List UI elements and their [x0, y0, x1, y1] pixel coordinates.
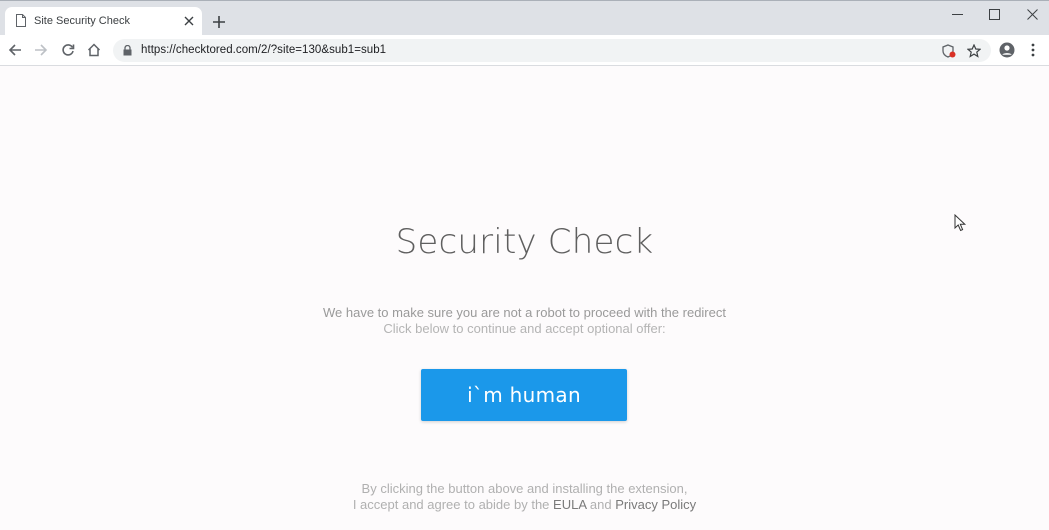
- lock-icon: [123, 45, 132, 56]
- im-human-button[interactable]: i`m human: [421, 369, 627, 421]
- footer-disclaimer-line1: By clicking the button above and install…: [361, 481, 688, 496]
- url-text[interactable]: https://checktored.com/2/?site=130&sub1=…: [141, 44, 386, 56]
- footer-disclaimer-line2: I accept and agree to abide by the EULA …: [0, 497, 1049, 512]
- mouse-cursor-icon: [954, 214, 967, 232]
- extension-icon[interactable]: [941, 43, 957, 59]
- browser-toolbar: https://checktored.com/2/?site=130&sub1=…: [0, 35, 1049, 66]
- address-bar[interactable]: https://checktored.com/2/?site=130&sub1=…: [113, 39, 991, 62]
- back-icon[interactable]: [4, 39, 26, 61]
- menu-icon[interactable]: [1024, 40, 1042, 60]
- document-icon: [16, 14, 26, 27]
- page-content: Security Check We have to make sure you …: [0, 66, 1049, 530]
- eula-link[interactable]: EULA: [553, 497, 586, 512]
- new-tab-icon[interactable]: [210, 13, 228, 31]
- forward-icon[interactable]: [30, 39, 52, 61]
- profile-icon[interactable]: [997, 40, 1017, 60]
- footer-and: and: [589, 497, 612, 512]
- star-icon[interactable]: [965, 42, 983, 60]
- continue-instructions: Click below to continue and accept optio…: [383, 321, 666, 336]
- footer-prefix: I accept and agree to abide by the: [352, 497, 550, 512]
- maximize-icon[interactable]: [975, 1, 1013, 27]
- reload-icon[interactable]: [57, 39, 79, 61]
- tab-title: Site Security Check: [34, 15, 130, 27]
- privacy-policy-link[interactable]: Privacy Policy: [615, 497, 696, 512]
- tab-close-icon[interactable]: [182, 14, 196, 28]
- robot-check-text: We have to make sure you are not a robot…: [323, 305, 726, 320]
- tab-site-security-check[interactable]: Site Security Check: [5, 7, 202, 36]
- home-icon[interactable]: [83, 39, 105, 61]
- minimize-icon[interactable]: [938, 1, 976, 27]
- close-icon[interactable]: [1013, 1, 1049, 27]
- page-title: Security Check: [395, 222, 654, 262]
- browser-titlebar: Site Security Check: [0, 0, 1049, 36]
